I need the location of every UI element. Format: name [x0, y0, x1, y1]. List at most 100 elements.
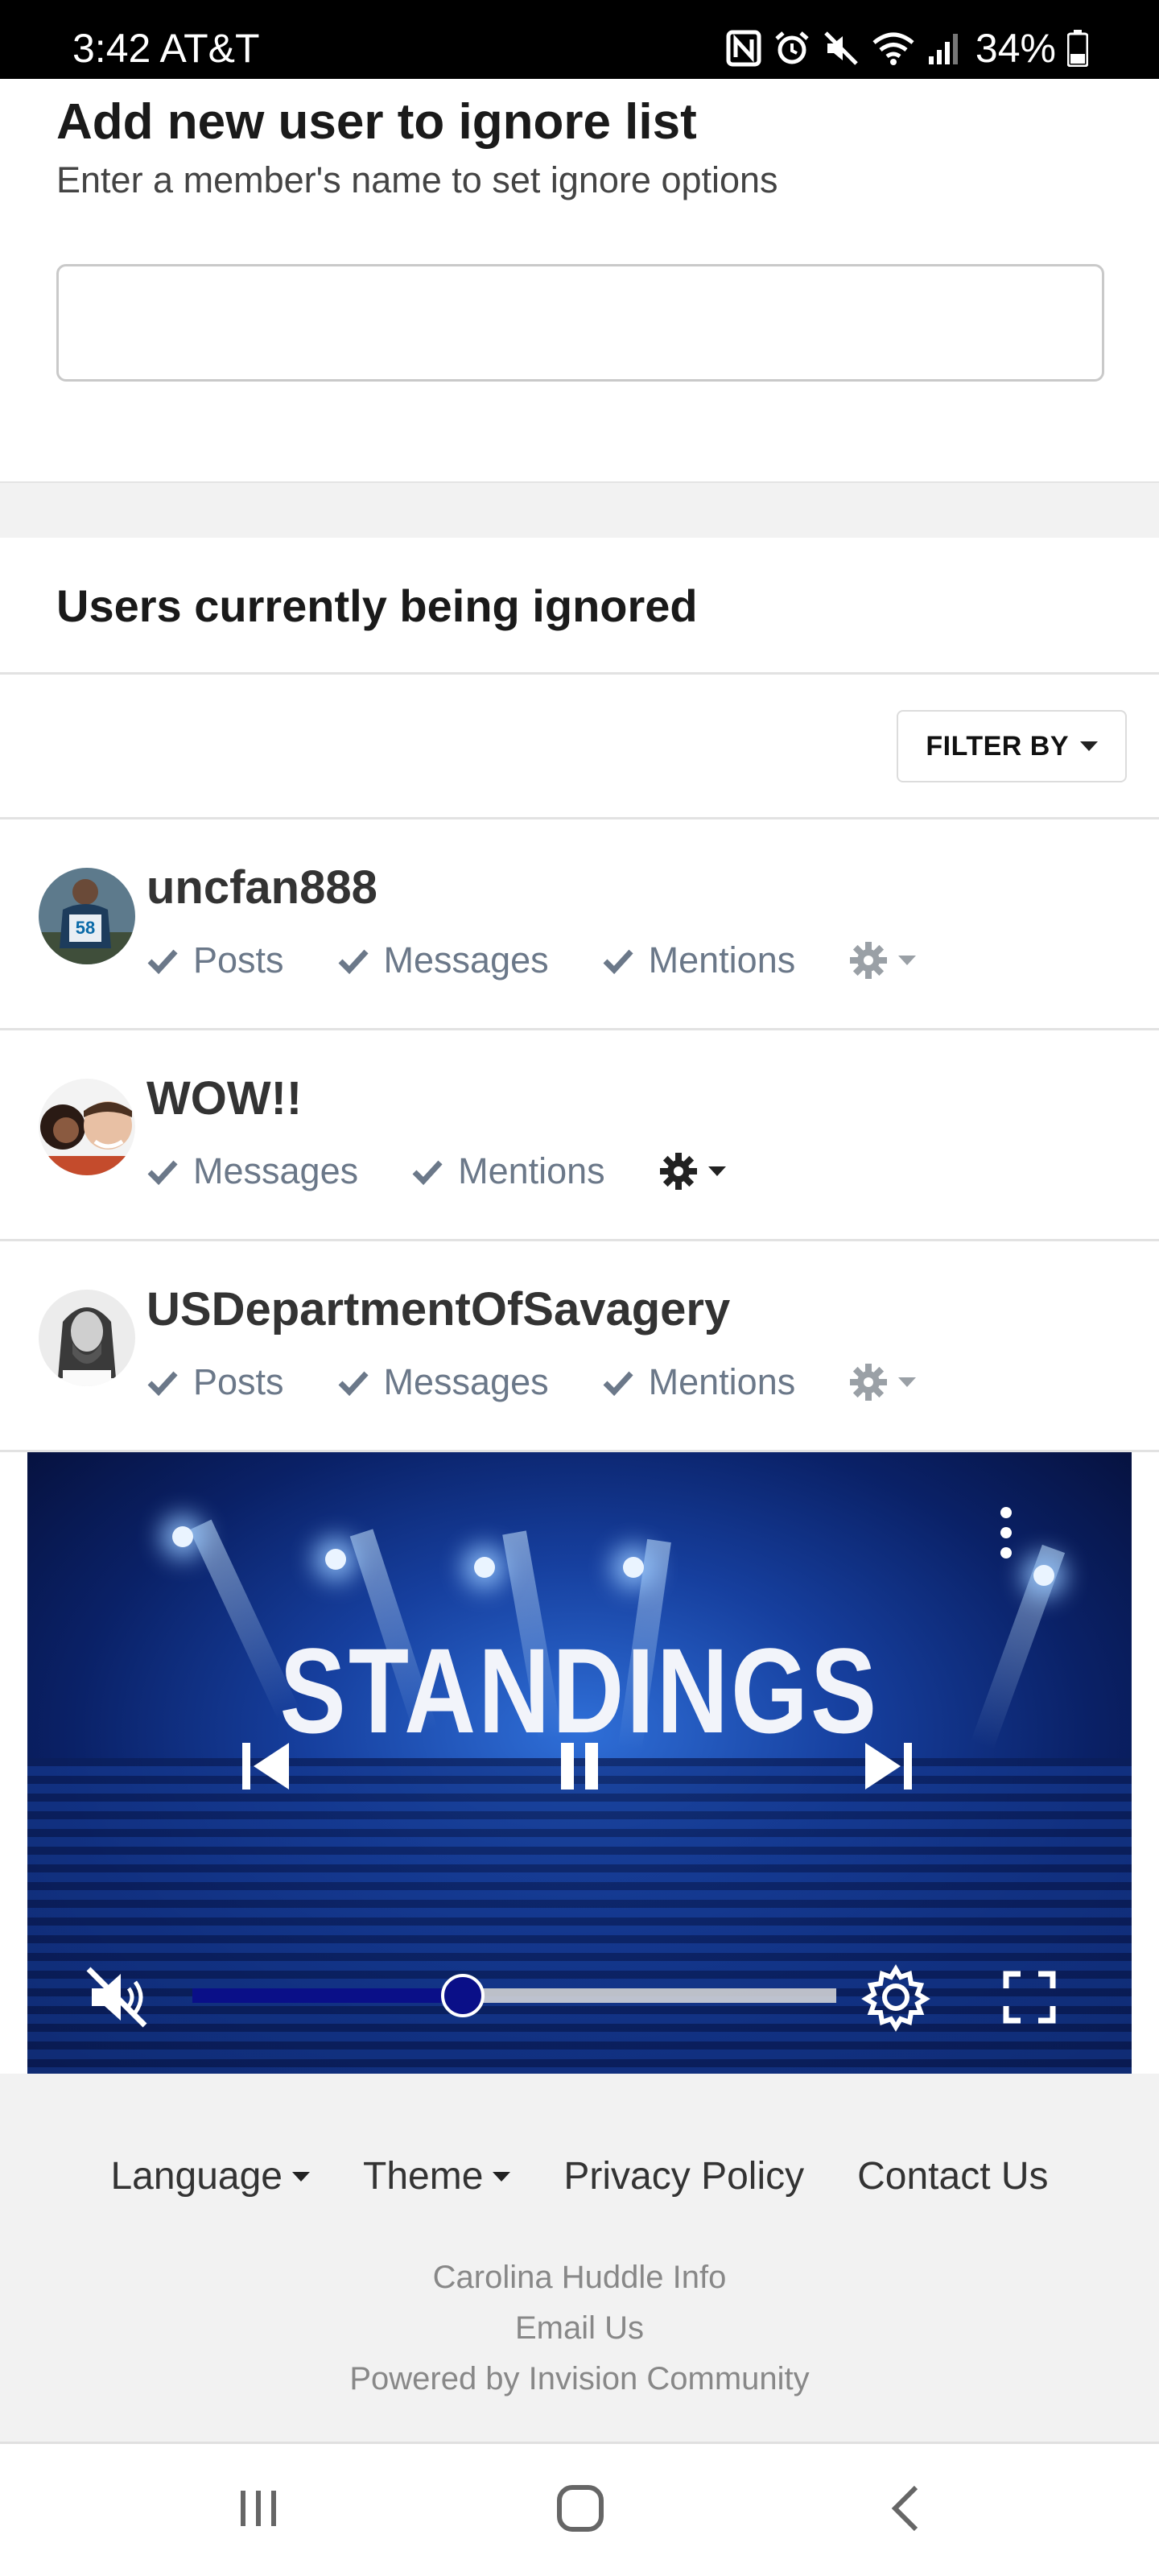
caret-down-icon — [898, 1377, 917, 1387]
ignored-user-row: USDepartmentOfSavagery Posts Messages Me… — [0, 1241, 1159, 1452]
add-user-subtitle: Enter a member's name to set ignore opti… — [56, 159, 778, 200]
theme-label: Theme — [363, 2155, 484, 2198]
ignore-options: Posts Messages Mentions — [146, 1354, 917, 1410]
check-icon — [147, 949, 178, 975]
caret-down-icon — [1080, 741, 1098, 751]
ignored-users-title: Users currently being ignored — [56, 580, 698, 631]
skip-next-icon[interactable] — [856, 1734, 921, 1798]
volume-muted-icon[interactable] — [80, 1961, 153, 2033]
ignore-option-messages: Messages — [337, 939, 549, 981]
status-icons: 34% — [726, 24, 1088, 72]
filter-bar: FILTER BY — [0, 675, 1159, 819]
powered-by-link[interactable]: Powered by Invision Community — [0, 2354, 1159, 2405]
privacy-policy-link[interactable]: Privacy Policy — [563, 2154, 804, 2198]
footer-links: Language Theme Privacy Policy Contact Us — [0, 2154, 1159, 2198]
mute-icon — [823, 24, 860, 72]
caret-down-icon — [707, 1166, 726, 1176]
language-label: Language — [110, 2155, 283, 2198]
video-player[interactable]: STANDINGS — [27, 1452, 1132, 2074]
battery-icon — [1067, 24, 1088, 72]
more-options-icon[interactable] — [990, 1501, 1022, 1565]
ignore-options: Posts Messages Mentions — [146, 932, 917, 989]
status-bar: 3:42 AT&T 34% — [0, 0, 1159, 79]
pause-icon[interactable] — [547, 1734, 612, 1798]
check-icon — [338, 949, 369, 975]
nfc-icon — [726, 24, 761, 72]
check-icon — [603, 1371, 633, 1397]
user-name[interactable]: USDepartmentOfSavagery — [146, 1282, 730, 1338]
site-info-text: Carolina Huddle Info — [432, 2260, 727, 2295]
caret-down-icon — [898, 956, 917, 965]
footer-info: Carolina Huddle Info Email Us Powered by… — [0, 2252, 1159, 2405]
video-progress-bar[interactable] — [192, 1974, 836, 2017]
stage-light — [474, 1557, 495, 1578]
ignore-option-label: Messages — [383, 1361, 549, 1402]
home-icon[interactable] — [544, 2476, 617, 2541]
stage-light — [172, 1526, 193, 1547]
settings-gear-icon[interactable] — [860, 1961, 932, 2033]
avatar[interactable]: 58 — [39, 868, 135, 964]
user-options-menu[interactable] — [848, 940, 917, 980]
section-divider — [0, 481, 1159, 538]
email-us-link[interactable]: Email Us — [0, 2303, 1159, 2354]
gear-icon — [850, 942, 888, 979]
ignore-option-mentions: Mentions — [602, 939, 796, 981]
skip-previous-icon[interactable] — [233, 1734, 298, 1798]
fullscreen-icon[interactable] — [993, 1961, 1066, 2033]
check-icon — [603, 949, 633, 975]
ignore-option-label: Mentions — [648, 939, 796, 980]
video-progress-fill — [192, 1988, 463, 2003]
theme-selector[interactable]: Theme — [363, 2154, 511, 2198]
wifi-icon — [871, 24, 916, 72]
add-user-title: Add new user to ignore list — [56, 94, 697, 150]
add-user-section: Add new user to ignore list Enter a memb… — [0, 79, 1159, 481]
ignore-option-label: Messages — [193, 1150, 359, 1191]
check-icon — [147, 1371, 178, 1397]
check-icon — [412, 1160, 443, 1186]
user-options-menu[interactable] — [848, 1362, 917, 1402]
check-icon — [147, 1160, 178, 1186]
user-options-menu[interactable] — [658, 1151, 726, 1191]
user-name[interactable]: WOW!! — [146, 1071, 302, 1127]
stadium-stands — [27, 1758, 1132, 2074]
back-icon[interactable] — [869, 2476, 942, 2541]
avatar[interactable] — [39, 1079, 135, 1175]
ignore-option-posts: Posts — [146, 939, 284, 981]
status-time: 3:42 AT&T — [72, 26, 260, 71]
ignore-option-label: Posts — [193, 1361, 284, 1402]
gear-icon — [850, 1364, 888, 1401]
ignore-option-label: Messages — [383, 939, 549, 980]
stage-light — [1033, 1565, 1054, 1586]
avatar[interactable] — [39, 1290, 135, 1386]
ignore-options: Messages Mentions — [146, 1143, 726, 1199]
ignore-option-label: Posts — [193, 939, 284, 980]
filter-by-button[interactable]: FILTER BY — [897, 710, 1127, 782]
ignore-option-messages: Messages — [146, 1150, 358, 1192]
svg-text:58: 58 — [76, 918, 95, 938]
alarm-icon — [773, 24, 811, 72]
filter-by-label: FILTER BY — [926, 730, 1069, 762]
ignored-user-row: WOW!! Messages Mentions — [0, 1030, 1159, 1241]
recent-apps-icon[interactable] — [222, 2476, 295, 2541]
ignore-option-messages: Messages — [337, 1361, 549, 1403]
gear-icon — [659, 1153, 697, 1190]
stage-light — [325, 1549, 346, 1570]
system-navigation-bar — [0, 2444, 1159, 2576]
member-name-input[interactable] — [56, 264, 1104, 382]
ignore-option-label: Mentions — [458, 1150, 605, 1191]
ignored-users-header: Users currently being ignored — [0, 538, 1159, 675]
video-progress-handle[interactable] — [441, 1974, 485, 2017]
stage-light — [623, 1557, 644, 1578]
caret-down-icon — [493, 2171, 511, 2182]
battery-percent: 34% — [975, 26, 1056, 71]
ignore-option-label: Mentions — [648, 1361, 796, 1402]
ignore-option-posts: Posts — [146, 1361, 284, 1403]
ignored-user-row: 58 uncfan888 Posts Messages Mentions — [0, 819, 1159, 1030]
user-name[interactable]: uncfan888 — [146, 860, 377, 916]
ignore-option-mentions: Mentions — [602, 1361, 796, 1403]
contact-us-link[interactable]: Contact Us — [857, 2154, 1048, 2198]
signal-icon — [927, 24, 959, 72]
ignore-option-mentions: Mentions — [411, 1150, 605, 1192]
language-selector[interactable]: Language — [110, 2154, 310, 2198]
site-footer: Language Theme Privacy Policy Contact Us… — [0, 2074, 1159, 2444]
